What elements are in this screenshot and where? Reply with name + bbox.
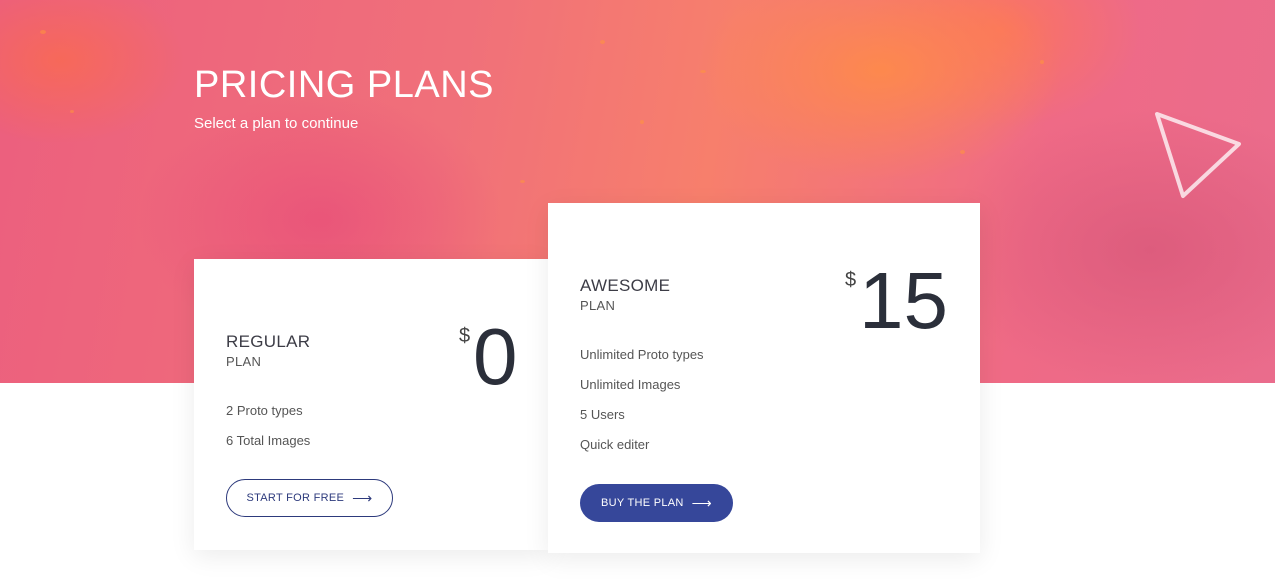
arrow-right-icon: ⟶ <box>691 495 713 511</box>
arrow-right-icon: ⟶ <box>352 490 373 506</box>
paint-speck <box>40 30 46 34</box>
paint-speck <box>520 180 525 183</box>
plan-price: 15 <box>859 256 948 345</box>
plan-label: PLAN <box>580 298 616 313</box>
plan-label: PLAN <box>226 354 262 369</box>
pricing-card-regular: REGULAR PLAN $ 0 2 Proto types 6 Total I… <box>194 259 548 550</box>
paint-speck <box>960 150 965 154</box>
page-subtitle: Select a plan to continue <box>194 115 359 132</box>
plan-name: AWESOME <box>580 276 671 295</box>
button-label: BUY THE PLAN <box>600 497 684 509</box>
paint-speck <box>600 40 605 44</box>
pricing-card-awesome: AWESOME PLAN $ 15 Unlimited Proto types … <box>548 203 980 553</box>
paint-speck <box>70 110 74 113</box>
paint-speck <box>700 70 706 73</box>
page-title: PRICING PLANS <box>194 64 495 106</box>
feature-item: 2 Proto types <box>226 403 303 418</box>
currency-symbol: $ <box>459 325 471 347</box>
feature-list: 2 Proto types 6 Total Images <box>226 403 310 463</box>
feature-item: Unlimited Proto types <box>580 347 704 362</box>
paint-speck <box>1040 60 1044 64</box>
paint-speck <box>640 120 644 124</box>
feature-item: 6 Total Images <box>226 433 311 448</box>
feature-item: 5 Users <box>580 407 625 422</box>
start-for-free-button[interactable]: START FOR FREE ⟶ <box>226 479 393 517</box>
buy-the-plan-button[interactable]: BUY THE PLAN ⟶ <box>580 484 733 522</box>
feature-list: Unlimited Proto types Unlimited Images 5… <box>580 347 704 467</box>
triangle-outline-icon <box>1155 112 1241 198</box>
currency-symbol: $ <box>845 269 857 291</box>
button-label: START FOR FREE <box>246 492 345 504</box>
feature-item: Unlimited Images <box>580 377 681 392</box>
plan-price: 0 <box>473 312 518 401</box>
feature-item: Quick editer <box>580 437 650 452</box>
plan-name: REGULAR <box>226 332 311 351</box>
